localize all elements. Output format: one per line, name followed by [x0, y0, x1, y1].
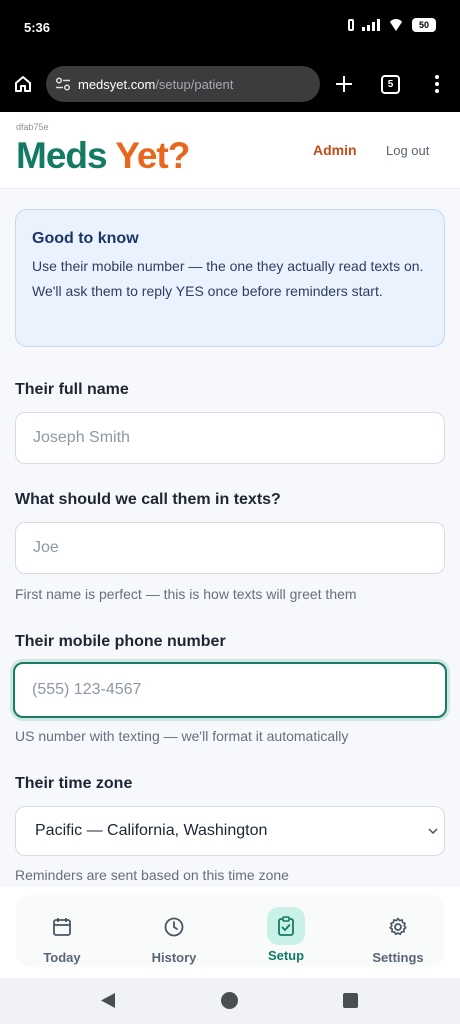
phone-helper: US number with texting — we'll format it…	[15, 728, 349, 744]
timezone-label: Their time zone	[15, 775, 133, 792]
url-text: medsyet.com/setup/patient	[78, 76, 234, 92]
signal-icon	[362, 19, 380, 31]
info-body: Use their mobile number — the one they a…	[32, 258, 424, 299]
nav-setup-label: Setup	[267, 948, 305, 963]
nav-setup[interactable]: Setup	[236, 895, 336, 967]
status-icons: 50	[348, 18, 436, 32]
build-id: dfab75e	[16, 122, 49, 132]
nav-history[interactable]: History	[124, 895, 224, 967]
site-settings-icon[interactable]	[54, 75, 72, 93]
nav-history-label: History	[151, 950, 197, 965]
back-icon[interactable]	[100, 992, 116, 1014]
nav-today[interactable]: Today	[12, 895, 112, 967]
logout-link[interactable]: Log out	[386, 143, 429, 158]
logo-yet: Yet?	[115, 135, 190, 176]
bottom-nav: Today History Setup Settings	[0, 887, 460, 978]
new-tab-icon[interactable]	[332, 72, 356, 96]
status-bar: 5:36 50	[0, 0, 460, 56]
bottom-nav-bar: Today History Setup Settings	[16, 895, 444, 967]
app-header: dfab75e Meds Yet? Admin Log out	[0, 112, 460, 189]
more-menu-icon[interactable]	[428, 72, 446, 96]
vibrate-icon	[348, 19, 354, 31]
nickname-label: What should we call them in texts?	[15, 491, 281, 508]
full-name-label: Their full name	[15, 381, 129, 398]
wifi-icon	[388, 19, 404, 31]
info-callout: Good to know Use their mobile number — t…	[15, 209, 445, 347]
nickname-input[interactable]	[15, 522, 445, 574]
recents-icon[interactable]	[343, 993, 358, 1008]
gear-icon	[380, 909, 416, 945]
address-bar[interactable]: medsyet.com/setup/patient	[46, 66, 320, 102]
admin-link[interactable]: Admin	[313, 142, 357, 158]
system-nav-bar	[0, 978, 460, 1024]
battery-icon: 50	[412, 18, 436, 32]
timezone-value: Pacific — California, Washington	[35, 822, 268, 839]
timezone-select[interactable]: Pacific — California, Washington	[15, 806, 445, 856]
clipboard-check-icon	[267, 907, 305, 945]
nav-settings[interactable]: Settings	[348, 895, 448, 967]
clock-icon	[156, 909, 192, 945]
status-time: 5:36	[24, 20, 51, 35]
phone-input[interactable]	[13, 662, 447, 718]
nav-today-label: Today	[43, 950, 81, 965]
calendar-icon	[44, 909, 80, 945]
home-button-icon[interactable]	[221, 992, 238, 1009]
timezone-helper: Reminders are sent based on this time zo…	[15, 867, 289, 883]
logo[interactable]: Meds Yet?	[16, 134, 190, 178]
phone-label: Their mobile phone number	[15, 633, 226, 650]
logo-meds: Meds	[16, 135, 116, 176]
tab-switcher-button[interactable]: 5	[381, 75, 400, 94]
info-title: Good to know	[32, 230, 139, 247]
home-icon[interactable]	[11, 72, 35, 96]
nav-settings-label: Settings	[372, 950, 424, 965]
browser-toolbar: medsyet.com/setup/patient 5	[0, 56, 460, 112]
full-name-input[interactable]	[15, 412, 445, 464]
nickname-helper: First name is perfect — this is how text…	[15, 586, 357, 602]
chevron-down-icon	[428, 826, 438, 836]
